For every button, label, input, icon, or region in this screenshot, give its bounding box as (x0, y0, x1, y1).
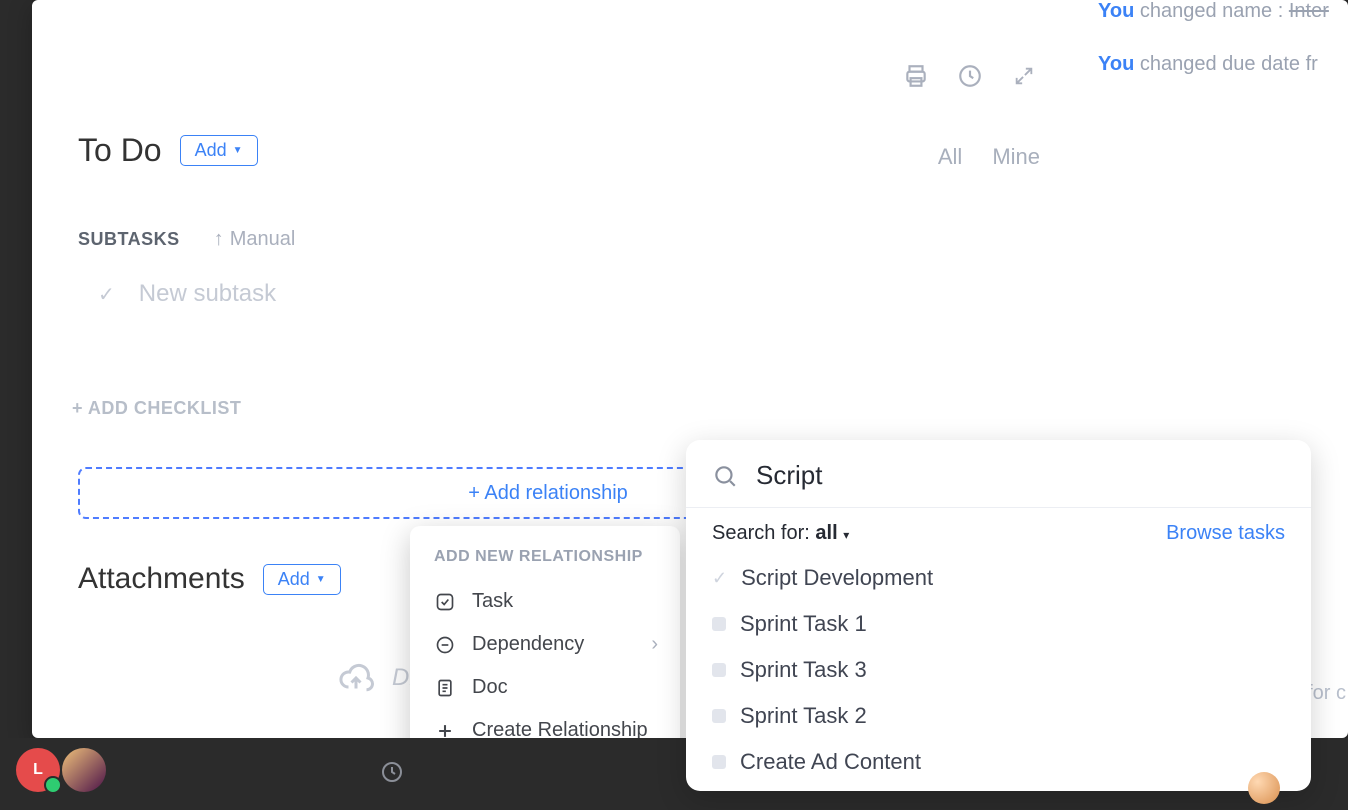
subtasks-sort-button[interactable]: ↑ Manual (214, 228, 296, 251)
activity-actor: You (1098, 53, 1134, 75)
search-result-item[interactable]: Sprint Task 2 (686, 693, 1311, 739)
search-input[interactable] (756, 460, 1285, 491)
filter-mine-tab[interactable]: Mine (992, 144, 1040, 170)
doc-icon (434, 677, 456, 699)
subtasks-sort-label: Manual (230, 228, 296, 251)
rel-menu-label: Doc (472, 676, 508, 699)
truncated-right-text: for c (1307, 682, 1346, 705)
search-result-label: Sprint Task 3 (740, 657, 867, 683)
rel-menu-task[interactable]: Task (424, 580, 666, 623)
status-square-icon (712, 709, 726, 723)
search-result-label: Create Ad Content (740, 749, 921, 775)
new-subtask-placeholder: New subtask (139, 280, 276, 308)
rel-menu-label: Dependency (472, 633, 584, 656)
activity-text: changed name : (1140, 0, 1283, 22)
rel-menu-doc[interactable]: Doc (424, 666, 666, 709)
search-scope-button[interactable]: Search for: all ▾ (712, 522, 849, 545)
activity-filter-tabs: All Mine (938, 144, 1040, 170)
subtasks-label: SUBTASKS (78, 229, 180, 250)
user-avatar[interactable]: L (16, 748, 60, 792)
activity-line: You changed due date fr (1098, 53, 1348, 76)
status-row: To Do Add ▼ (78, 132, 258, 169)
attachments-add-button[interactable]: Add ▼ (263, 564, 341, 595)
subtasks-header: SUBTASKS ↑ Manual (78, 228, 295, 251)
search-result-item[interactable]: ✓ Script Development (686, 555, 1311, 601)
expand-icon[interactable] (1010, 62, 1038, 90)
add-relationship-label: + Add relationship (468, 482, 628, 505)
search-row (686, 440, 1311, 508)
user-avatar-2[interactable] (62, 748, 106, 792)
arrow-up-icon: ↑ (214, 228, 224, 251)
status-square-icon (712, 617, 726, 631)
status-add-button[interactable]: Add ▼ (180, 135, 258, 166)
status-title: To Do (78, 132, 162, 169)
activity-feed: You changed name : Inter You changed due… (1098, 0, 1348, 106)
search-result-item[interactable]: Create Ad Content (686, 739, 1311, 785)
browse-tasks-link[interactable]: Browse tasks (1166, 522, 1285, 545)
chevron-right-icon: › (651, 633, 658, 656)
rel-menu-label: Task (472, 590, 513, 613)
dependency-icon (434, 634, 456, 656)
search-result-item[interactable]: Sprint Task 1 (686, 601, 1311, 647)
status-add-label: Add (195, 140, 227, 161)
attachments-dropzone[interactable]: Dr (338, 660, 417, 696)
search-icon (712, 463, 738, 489)
search-meta-row: Search for: all ▾ Browse tasks (686, 508, 1311, 555)
print-icon[interactable] (902, 62, 930, 90)
activity-actor: You (1098, 0, 1134, 22)
relationship-menu-header: ADD NEW RELATIONSHIP (424, 544, 666, 580)
check-icon: ✓ (712, 568, 727, 589)
search-result-label: Script Development (741, 565, 933, 591)
util-icons (902, 62, 1038, 90)
status-square-icon (712, 663, 726, 677)
history-icon[interactable] (956, 62, 984, 90)
relationship-menu: ADD NEW RELATIONSHIP Task Dependency › D… (410, 526, 680, 766)
task-check-icon (434, 591, 456, 613)
activity-strike: Inter (1289, 0, 1329, 22)
assignee-avatar[interactable] (1248, 772, 1280, 804)
search-result-label: Sprint Task 1 (740, 611, 867, 637)
chevron-down-icon: ▼ (233, 145, 243, 156)
check-icon: ✓ (98, 282, 115, 307)
search-scope-value: all (815, 522, 837, 544)
task-search-panel: Search for: all ▾ Browse tasks ✓ Script … (686, 440, 1311, 791)
search-result-item[interactable]: Sprint Task 3 (686, 647, 1311, 693)
status-square-icon (712, 755, 726, 769)
avatar-initial: L (33, 761, 43, 779)
chevron-down-icon: ▼ (316, 574, 326, 585)
rel-menu-dependency[interactable]: Dependency › (424, 623, 666, 666)
add-checklist-button[interactable]: + ADD CHECKLIST (72, 398, 241, 419)
filter-all-tab[interactable]: All (938, 144, 962, 170)
cloud-upload-icon (338, 660, 374, 696)
chevron-down-icon: ▾ (843, 528, 849, 542)
clock-icon[interactable] (380, 760, 404, 784)
left-rail (0, 0, 32, 810)
attachments-header: Attachments Add ▼ (78, 562, 341, 596)
activity-line: You changed name : Inter (1098, 0, 1348, 23)
attachments-title: Attachments (78, 562, 245, 596)
search-result-label: Sprint Task 2 (740, 703, 867, 729)
attachments-add-label: Add (278, 569, 310, 590)
activity-text: changed due date fr (1140, 53, 1318, 75)
new-subtask-row[interactable]: ✓ New subtask (98, 280, 276, 308)
search-for-label: Search for: (712, 522, 810, 544)
